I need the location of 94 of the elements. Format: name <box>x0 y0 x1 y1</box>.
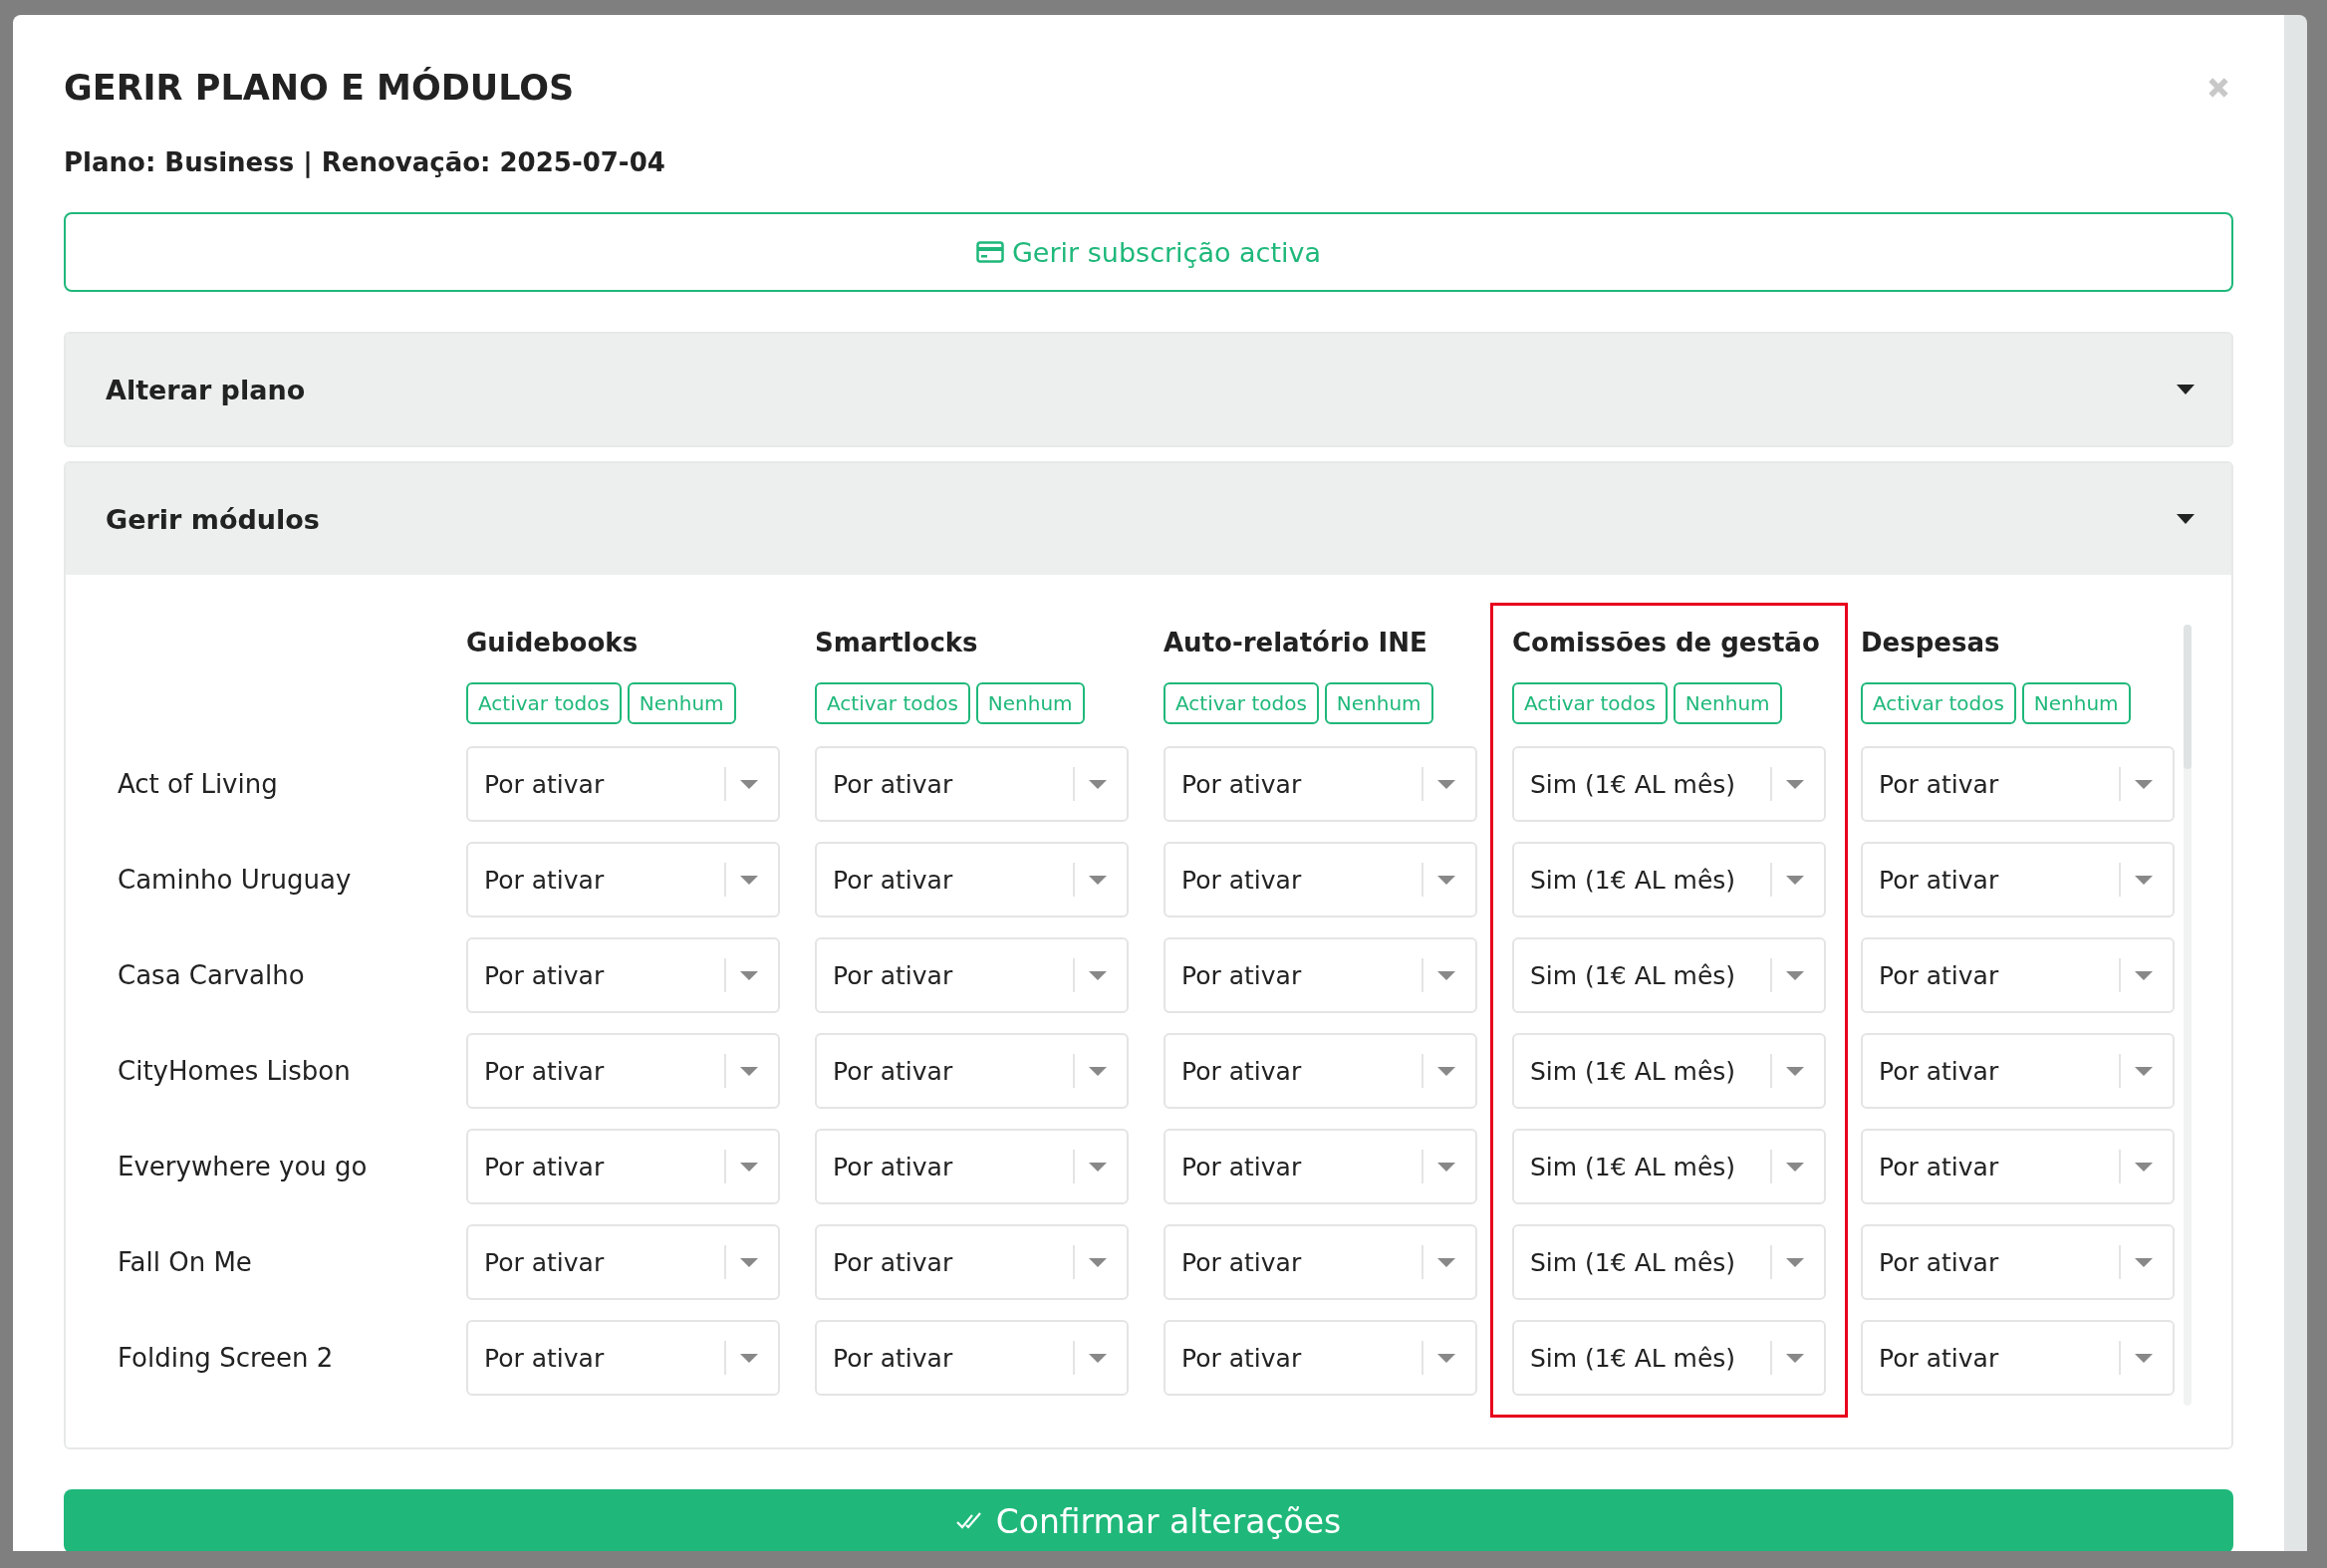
caret-icon <box>2135 1353 2153 1363</box>
select-field[interactable]: Por ativar <box>1164 1129 1477 1204</box>
select-field[interactable]: Por ativar <box>466 1320 780 1396</box>
caret-icon <box>2135 1162 2153 1172</box>
select-field[interactable]: Por ativar <box>1861 1224 2175 1300</box>
caret-icon <box>1437 875 1455 885</box>
select-field[interactable]: Por ativar <box>1164 1320 1477 1396</box>
caret-icon <box>2135 1066 2153 1076</box>
select-field[interactable]: Por ativar <box>466 842 780 917</box>
select-field[interactable]: Sim (1€ AL mês) <box>1512 842 1826 917</box>
property-name: Caminho Uruguay <box>118 864 353 897</box>
select-field[interactable]: Por ativar <box>815 937 1129 1013</box>
section-title: Gerir módulos <box>106 503 320 535</box>
caret-icon <box>1437 1353 1455 1363</box>
select-field[interactable]: Por ativar <box>1861 937 2175 1013</box>
select-field[interactable]: Sim (1€ AL mês) <box>1512 937 1826 1013</box>
caret-icon <box>740 1066 758 1076</box>
caret-icon <box>1786 1066 1804 1076</box>
select-field[interactable]: Por ativar <box>466 937 780 1013</box>
caret-icon <box>1786 1257 1804 1267</box>
select-field[interactable]: Sim (1€ AL mês) <box>1512 1224 1826 1300</box>
scrollbar[interactable] <box>2184 625 2192 1406</box>
dialog-title: GERIR PLANO E MÓDULOS <box>64 66 575 110</box>
caret-icon <box>1437 1162 1455 1172</box>
select-field[interactable]: Por ativar <box>815 746 1129 822</box>
caret-icon <box>2135 875 2153 885</box>
select-field[interactable]: Sim (1€ AL mês) <box>1512 1320 1826 1396</box>
property-name: Everywhere you go <box>118 1151 369 1183</box>
select-field[interactable]: Sim (1€ AL mês) <box>1512 746 1826 822</box>
caret-icon <box>740 875 758 885</box>
property-name: Act of Living <box>118 768 279 801</box>
caret-icon <box>1437 779 1455 789</box>
caret-icon <box>2176 384 2196 395</box>
select-field[interactable]: Por ativar <box>466 1033 780 1109</box>
caret-icon <box>2176 513 2196 525</box>
column-header: Smartlocks <box>815 627 979 659</box>
caret-icon <box>1786 779 1804 789</box>
caret-icon <box>740 1162 758 1172</box>
accordion-header[interactable]: Gerir módulos <box>66 463 2231 575</box>
select-field[interactable]: Por ativar <box>466 1129 780 1204</box>
select-field[interactable]: Por ativar <box>815 842 1129 917</box>
select-field[interactable]: Por ativar <box>815 1129 1129 1204</box>
select-field[interactable]: Por ativar <box>1861 1033 2175 1109</box>
caret-icon <box>1089 1162 1107 1172</box>
select-field[interactable]: Por ativar <box>1164 746 1477 822</box>
caret-icon <box>740 970 758 980</box>
select-field[interactable]: Por ativar <box>1861 1129 2175 1204</box>
caret-icon <box>1089 1066 1107 1076</box>
column-header: Despesas <box>1861 627 2001 659</box>
plan-info: Plano: Business | Renovação: 2025-07-04 <box>64 146 666 180</box>
caret-icon <box>1786 970 1804 980</box>
select-field[interactable]: Por ativar <box>1861 842 2175 917</box>
caret-icon <box>2135 779 2153 789</box>
select-field[interactable]: Por ativar <box>1164 937 1477 1013</box>
column-header: Guidebooks <box>466 627 640 659</box>
caret-icon <box>1089 779 1107 789</box>
property-name: Fall On Me <box>118 1246 253 1279</box>
caret-icon <box>1089 875 1107 885</box>
close-icon[interactable] <box>2207 77 2229 99</box>
column-header: Comissões de gestão <box>1512 627 1821 659</box>
select-field[interactable]: Por ativar <box>815 1224 1129 1300</box>
caret-icon <box>1089 970 1107 980</box>
page-scrollbar[interactable] <box>2284 15 2307 1551</box>
property-name: Folding Screen 2 <box>118 1342 335 1375</box>
caret-icon <box>740 1257 758 1267</box>
caret-icon <box>1786 1353 1804 1363</box>
caret-icon <box>2135 970 2153 980</box>
select-field[interactable]: Por ativar <box>1861 746 2175 822</box>
select-field[interactable]: Por ativar <box>466 1224 780 1300</box>
caret-icon <box>1089 1353 1107 1363</box>
select-field[interactable]: Por ativar <box>1164 842 1477 917</box>
accordion-header[interactable]: Alterar plano <box>66 334 2231 445</box>
caret-icon <box>1786 875 1804 885</box>
section-title: Alterar plano <box>106 374 306 405</box>
caret-icon <box>1437 1257 1455 1267</box>
select-field[interactable]: Por ativar <box>1164 1033 1477 1109</box>
select-field[interactable]: Sim (1€ AL mês) <box>1512 1129 1826 1204</box>
caret-icon <box>1786 1162 1804 1172</box>
property-name: CityHomes Lisbon <box>118 1055 352 1088</box>
caret-icon <box>1437 970 1455 980</box>
caret-icon <box>1437 1066 1455 1076</box>
property-name: Casa Carvalho <box>118 959 306 992</box>
select-field[interactable]: Por ativar <box>815 1320 1129 1396</box>
caret-icon <box>1089 1257 1107 1267</box>
select-field[interactable]: Por ativar <box>466 746 780 822</box>
select-field[interactable]: Por ativar <box>1861 1320 2175 1396</box>
select-field[interactable]: Por ativar <box>815 1033 1129 1109</box>
credit-card-icon <box>975 241 1004 263</box>
column-header: Auto-relatório INE <box>1164 627 1428 659</box>
caret-icon <box>740 1353 758 1363</box>
select-field[interactable]: Por ativar <box>1164 1224 1477 1300</box>
select-field[interactable]: Sim (1€ AL mês) <box>1512 1033 1826 1109</box>
caret-icon <box>740 779 758 789</box>
caret-icon <box>2135 1257 2153 1267</box>
